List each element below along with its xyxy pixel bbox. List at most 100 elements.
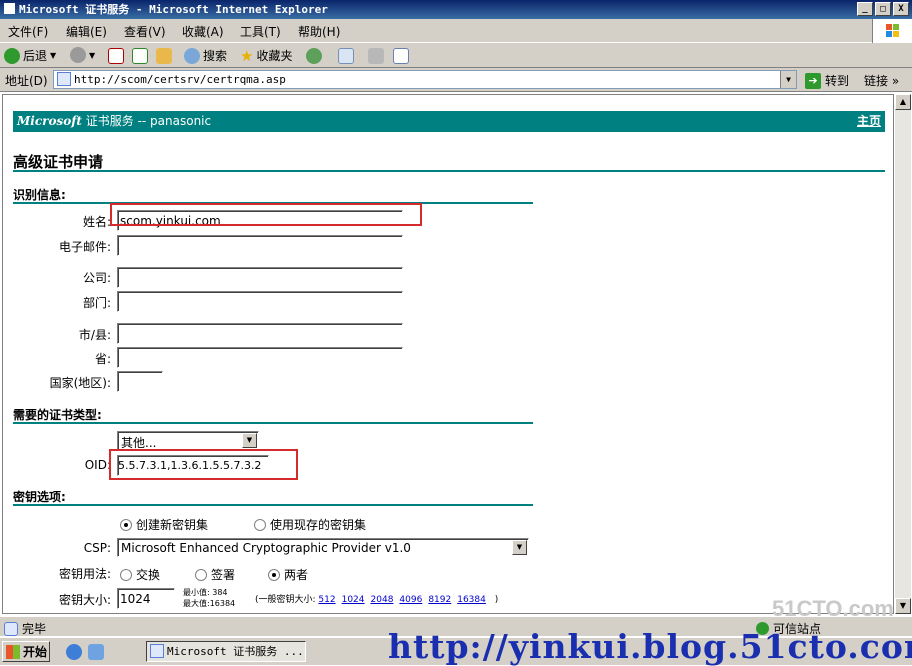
- mail-icon[interactable]: [338, 48, 354, 64]
- search-icon: [184, 47, 200, 64]
- back-button[interactable]: 后退 ▼: [4, 47, 56, 64]
- country-label: 国家(地区):: [49, 376, 111, 390]
- status-done: 完毕: [4, 620, 46, 637]
- task-label: Microsoft 证书服务 ...: [167, 645, 304, 658]
- search-button[interactable]: 搜索: [184, 47, 227, 64]
- department-label: 部门:: [82, 296, 111, 310]
- menu-tools[interactable]: 工具(T): [240, 23, 281, 40]
- radio-usage-both[interactable]: 两者: [268, 566, 308, 583]
- menu-file[interactable]: 文件(F): [8, 23, 48, 40]
- address-url: http://scom/certsrv/certrqma.asp: [74, 73, 286, 86]
- start-label: 开始: [23, 645, 48, 659]
- ie-task-icon: [150, 644, 164, 658]
- page-done-icon: [4, 621, 18, 636]
- go-button[interactable]: ➔ 转到: [805, 72, 849, 89]
- address-input[interactable]: http://scom/certsrv/certrqma.asp ▼: [53, 70, 797, 89]
- forward-button[interactable]: ▼: [70, 47, 95, 63]
- back-label: 后退: [23, 49, 48, 63]
- csp-label: CSP:: [83, 541, 111, 555]
- common-sizes-suffix: ): [494, 595, 499, 605]
- go-arrow-icon: ➔: [805, 72, 821, 89]
- close-button[interactable]: X: [893, 2, 909, 16]
- desktop-quicklaunch-icon[interactable]: [88, 644, 104, 660]
- chevron-down-icon: ▼: [242, 433, 257, 448]
- home-link[interactable]: 主页: [857, 111, 881, 132]
- usage-both-label: 两者: [284, 568, 309, 582]
- radio-existing-keyset[interactable]: 使用现存的密钥集: [254, 516, 366, 533]
- key-size-field[interactable]: 1024: [117, 588, 175, 609]
- menu-edit[interactable]: 编辑(E): [66, 23, 107, 40]
- taskbar-ie-window[interactable]: Microsoft 证书服务 ...: [146, 641, 306, 662]
- key-size-link-8192[interactable]: 8192: [428, 595, 451, 605]
- address-bar: 地址(D) http://scom/certsrv/certrqma.asp ▼…: [0, 68, 912, 92]
- scroll-up-icon[interactable]: ▲: [895, 94, 911, 110]
- refresh-icon[interactable]: [132, 48, 148, 64]
- name-label: 姓名:: [82, 215, 111, 229]
- key-options-divider: [13, 504, 533, 506]
- scroll-down-icon[interactable]: ▼: [895, 598, 911, 614]
- windows-flag-icon: [6, 644, 20, 659]
- back-arrow-icon: [4, 47, 20, 64]
- ie-quicklaunch-icon[interactable]: [66, 644, 82, 660]
- radio-empty-icon: [254, 519, 266, 531]
- country-field[interactable]: [117, 371, 163, 392]
- oid-highlight-box: [109, 449, 298, 480]
- key-size-link-16384[interactable]: 16384: [457, 595, 486, 605]
- company-field[interactable]: [117, 267, 403, 288]
- key-size-label: 密钥大小:: [58, 593, 111, 607]
- key-size-link-512[interactable]: 512: [318, 595, 335, 605]
- favorites-button[interactable]: ★ 收藏夹: [240, 47, 292, 64]
- menu-favorites[interactable]: 收藏(A): [182, 23, 224, 40]
- key-options-section-title: 密钥选项:: [13, 490, 66, 504]
- start-button[interactable]: 开始: [2, 641, 50, 662]
- windows-logo-icon: [872, 19, 912, 43]
- vertical-scrollbar[interactable]: ▲ ▼: [895, 94, 911, 614]
- star-icon: ★: [240, 46, 254, 65]
- key-size-link-4096[interactable]: 4096: [399, 595, 422, 605]
- service-text: 证书服务 -- panasonic: [81, 114, 212, 128]
- csp-select[interactable]: Microsoft Enhanced Cryptographic Provide…: [117, 538, 529, 557]
- menu-bar: 文件(F) 编辑(E) 查看(V) 收藏(A) 工具(T) 帮助(H): [0, 19, 912, 43]
- city-field[interactable]: [117, 323, 403, 344]
- state-field[interactable]: [117, 347, 403, 368]
- print-icon[interactable]: [368, 48, 384, 64]
- key-size-min: 最小值: 384: [183, 588, 228, 597]
- menu-help[interactable]: 帮助(H): [298, 23, 340, 40]
- page-icon: [57, 72, 71, 86]
- stop-icon[interactable]: [108, 48, 124, 64]
- brand-text: Microsoft: [17, 114, 82, 128]
- cert-type-select[interactable]: 其他... ▼: [117, 431, 259, 450]
- media-icon[interactable]: [306, 48, 322, 64]
- forward-arrow-icon: [70, 47, 86, 63]
- state-label: 省:: [94, 352, 111, 366]
- radio-new-label: 创建新密钥集: [136, 518, 209, 532]
- links-button[interactable]: 链接 »: [864, 72, 899, 89]
- address-dropdown-icon[interactable]: ▼: [780, 71, 796, 88]
- edit-icon[interactable]: [393, 48, 409, 64]
- radio-usage-sign[interactable]: 签署: [195, 566, 235, 583]
- toolbar: 后退 ▼ ▼ 搜索 ★ 收藏夹: [0, 43, 912, 68]
- common-sizes-prefix: (一般密钥大小:: [255, 595, 316, 605]
- menu-view[interactable]: 查看(V): [124, 23, 166, 40]
- radio-selected-icon: [120, 519, 132, 531]
- ie-window-icon: [4, 3, 15, 14]
- go-label: 转到: [825, 74, 850, 88]
- radio-usage-exchange[interactable]: 交换: [120, 566, 160, 583]
- maximize-button[interactable]: □: [875, 2, 891, 16]
- name-highlight-box: [110, 203, 422, 226]
- minimize-button[interactable]: _: [857, 2, 873, 16]
- cert-type-divider: [13, 422, 533, 424]
- ident-section-title: 识别信息:: [13, 188, 66, 202]
- page-title: 高级证书申请: [13, 153, 104, 171]
- cert-type-value: 其他...: [121, 436, 157, 450]
- key-size-link-1024[interactable]: 1024: [342, 595, 365, 605]
- home-icon[interactable]: [156, 48, 172, 64]
- usage-exchange-label: 交换: [136, 568, 161, 582]
- company-label: 公司:: [82, 271, 111, 285]
- radio-new-keyset[interactable]: 创建新密钥集: [120, 516, 208, 533]
- radio-selected-icon: [268, 569, 280, 581]
- department-field[interactable]: [117, 291, 403, 312]
- email-field[interactable]: [117, 235, 403, 256]
- usage-sign-label: 签署: [211, 568, 236, 582]
- key-size-link-2048[interactable]: 2048: [371, 595, 394, 605]
